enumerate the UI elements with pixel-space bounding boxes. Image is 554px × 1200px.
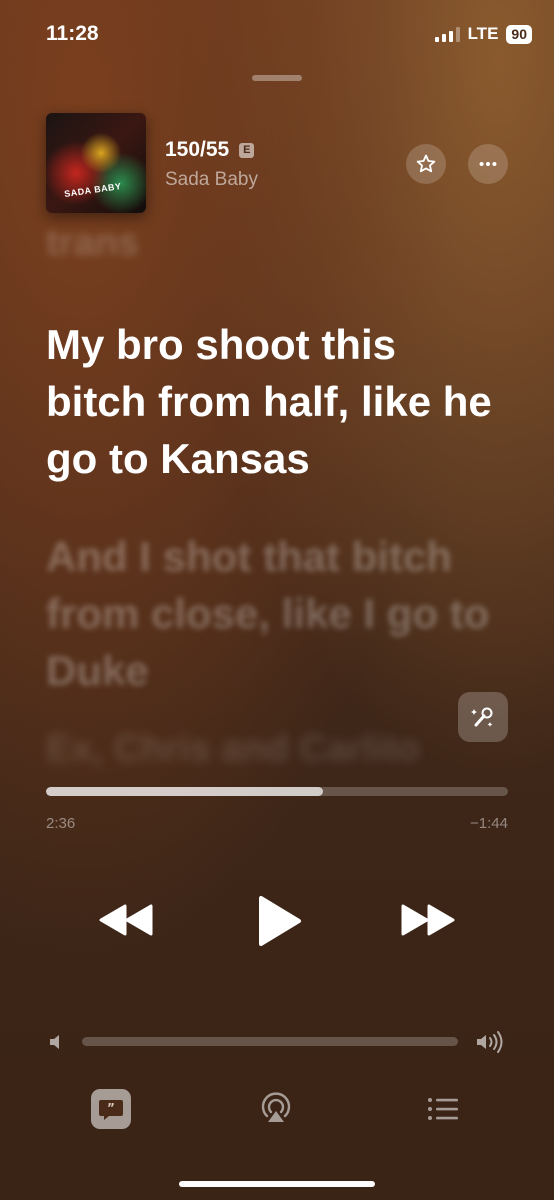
status-time: 11:28 [46, 22, 99, 45]
volume-max [474, 1030, 508, 1054]
fast-forward-icon [401, 904, 455, 936]
lyric-line-current[interactable]: My bro shoot this bitch from half, like … [46, 316, 506, 487]
battery-level: 90 [506, 24, 532, 44]
sing-button[interactable] [458, 692, 508, 742]
airplay-button[interactable] [256, 1089, 296, 1129]
play-icon [259, 896, 301, 946]
airplay-icon [261, 1092, 291, 1122]
album-artwork[interactable]: SADA BABY [46, 113, 146, 213]
lyric-line-previous[interactable]: trans [46, 222, 139, 265]
elapsed-time: 2:36 [46, 815, 76, 832]
list-icon [428, 1098, 458, 1120]
lyrics-button[interactable]: ” [91, 1089, 131, 1129]
artist-name[interactable]: Sada Baby [165, 169, 258, 191]
playback-progress-fill [46, 787, 324, 796]
lyrics-quote-icon: ” [99, 1100, 123, 1120]
fast-forward-button[interactable] [396, 893, 462, 947]
speaker-high-icon [477, 1031, 503, 1053]
cellular-signal-icon [434, 26, 460, 42]
status-indicators: LTE 90 [434, 24, 532, 44]
artwork-text: SADA BABY [63, 181, 123, 199]
lyric-line-next[interactable]: And I shot that bitch from close, like I… [46, 528, 506, 699]
song-title-row: 150/55 E [165, 138, 255, 162]
speaker-low-icon [50, 1035, 59, 1049]
network-type: LTE [467, 24, 499, 43]
microphone-sparkle-icon [471, 707, 493, 727]
sheet-grabber[interactable] [252, 75, 302, 81]
home-indicator[interactable] [179, 1181, 375, 1187]
queue-button[interactable] [422, 1089, 462, 1129]
playback-progress-slider[interactable] [46, 787, 508, 796]
favorite-button[interactable] [406, 144, 446, 184]
play-button[interactable] [245, 888, 311, 954]
explicit-badge: E [239, 142, 255, 158]
lyric-line-after[interactable]: Ex, Chris and Carlito [46, 728, 506, 768]
volume-min [46, 1032, 66, 1052]
song-title: 150/55 [165, 138, 230, 161]
more-options-button[interactable] [468, 144, 508, 184]
remaining-time: −1:44 [470, 815, 508, 832]
star-icon [416, 154, 436, 173]
rewind-icon [99, 904, 153, 936]
svg-text:”: ” [107, 1101, 115, 1115]
ellipsis-icon [479, 161, 497, 167]
rewind-button[interactable] [92, 893, 158, 947]
volume-slider[interactable] [82, 1037, 458, 1046]
